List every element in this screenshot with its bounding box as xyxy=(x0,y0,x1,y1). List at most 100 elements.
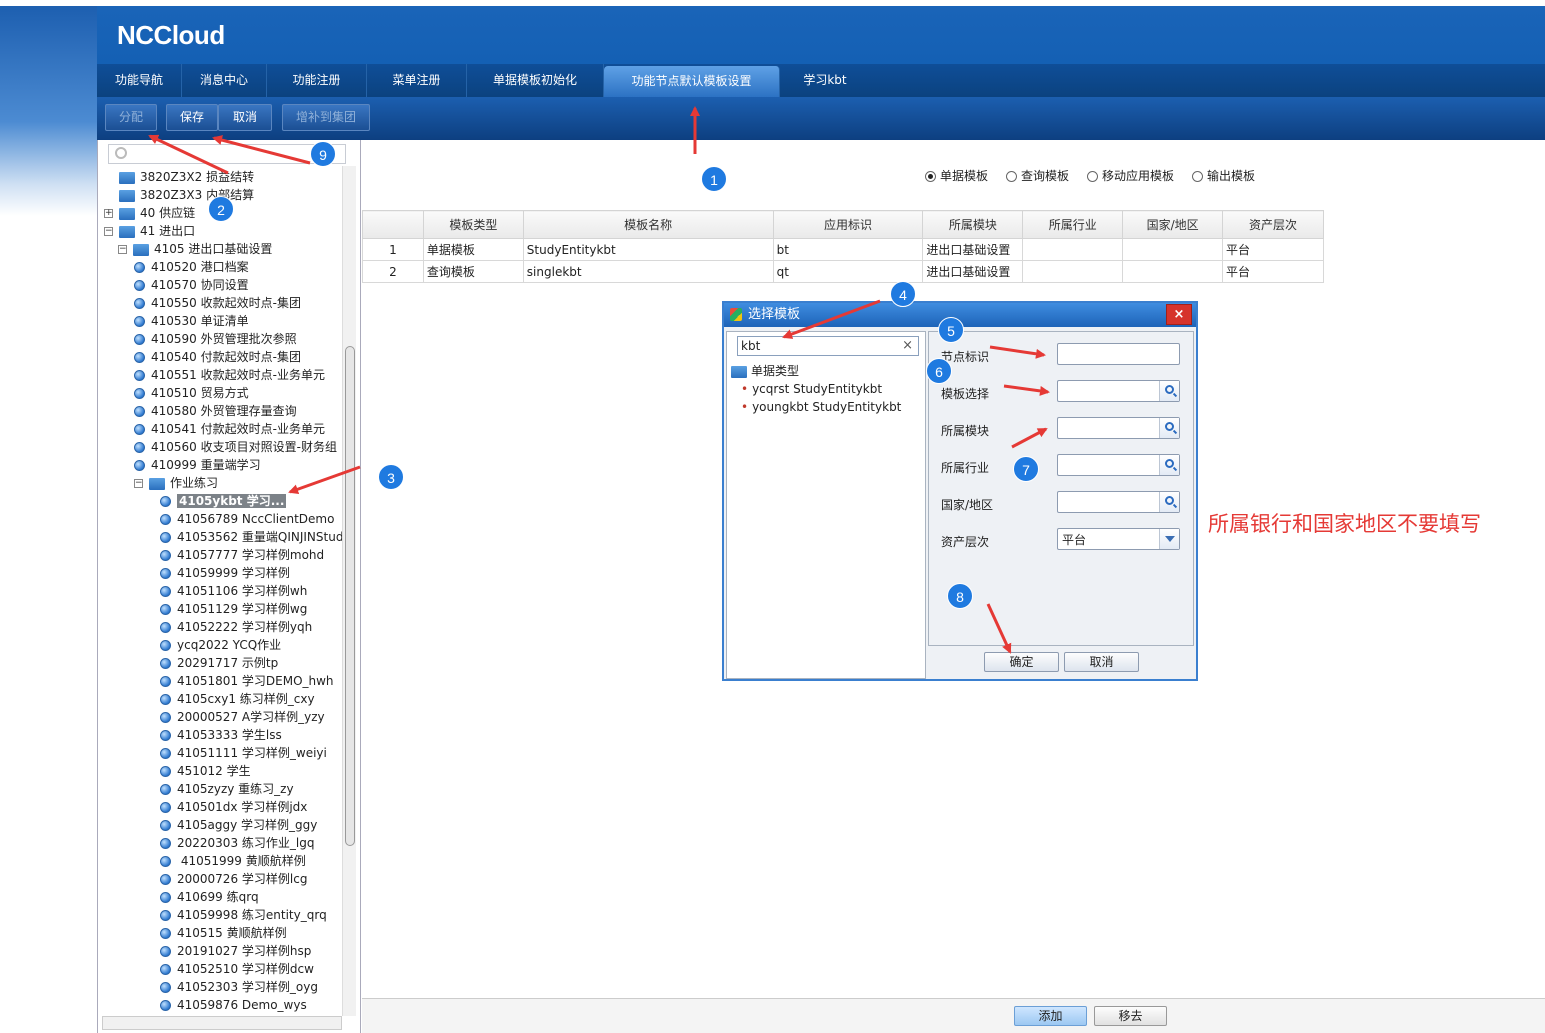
tree-vertical-scrollbar[interactable] xyxy=(342,166,356,1016)
dialog-cancel-button[interactable]: 取消 xyxy=(1064,652,1139,672)
collapse-icon[interactable]: − xyxy=(134,479,143,488)
grid-header-type[interactable]: 模板类型 xyxy=(422,210,524,239)
tab-study-kbt[interactable]: 学习kbt xyxy=(780,64,870,97)
search-icon[interactable] xyxy=(1159,492,1179,512)
tree-leaf-node[interactable]: 41059876 Demo_wys xyxy=(160,996,307,1014)
tree-leaf-node[interactable]: 41053562 重量端QINJINStud xyxy=(160,528,342,546)
grid-header-name[interactable]: 模板名称 xyxy=(522,210,774,239)
tree-leaf-node[interactable]: ycq2022 YCQ作业 xyxy=(160,636,281,654)
grid-header-country[interactable]: 国家/地区 xyxy=(1122,210,1224,239)
radio-mobile-template[interactable]: 移动应用模板 xyxy=(1087,167,1174,184)
tree-leaf-node[interactable]: 20000726 学习样例lcg xyxy=(160,870,307,888)
tree-leaf-node[interactable]: 41059999 学习样例 xyxy=(160,564,290,582)
radio-query-template[interactable]: 查询模板 xyxy=(1006,167,1069,184)
tab-menu-register[interactable]: 菜单注册 xyxy=(367,64,467,97)
table-row[interactable]: 1 单据模板 StudyEntitykbt bt 进出口基础设置 平台 xyxy=(362,238,1324,261)
tree-leaf-node[interactable]: 41052510 学习样例dcw xyxy=(160,960,314,978)
tree-folder-node[interactable]: − 4105 进出口基础设置 xyxy=(118,240,272,258)
remove-button[interactable]: 移去 xyxy=(1094,1006,1167,1026)
dialog-tree-root[interactable]: 单据类型 xyxy=(731,362,799,380)
save-button[interactable]: 保存 xyxy=(166,104,218,131)
collapse-icon[interactable]: − xyxy=(104,227,113,236)
tree-folder-node[interactable]: +40 供应链 xyxy=(104,204,195,222)
tab-default-template-settings[interactable]: 功能节点默认模板设置 xyxy=(604,66,780,97)
tree-leaf-node[interactable]: 4105aggy 学习样例_ggy xyxy=(160,816,317,834)
tree-leaf-node[interactable]: 410699 练qrq xyxy=(160,888,259,906)
tree-leaf-node[interactable]: 41053333 学生lss xyxy=(160,726,282,744)
ok-button[interactable]: 确定 xyxy=(984,652,1059,672)
tree-leaf-node[interactable]: 41051111 学习样例_weiyi xyxy=(160,744,327,762)
tree-leaf-node[interactable]: 41051129 学习样例wg xyxy=(160,600,307,618)
tree-leaf-node[interactable]: 410510 贸易方式 xyxy=(134,384,249,402)
tree-leaf-node[interactable]: 410541 付款起效时点-业务单元 xyxy=(134,420,325,438)
search-icon[interactable] xyxy=(1159,381,1179,401)
clear-icon[interactable]: × xyxy=(902,337,913,355)
asset-level-select[interactable]: 平台 xyxy=(1057,528,1180,550)
template-select-field[interactable] xyxy=(1057,380,1180,402)
dialog-search-input[interactable]: kbt × xyxy=(737,336,919,356)
tree-leaf-node[interactable]: 41059998 练习entity_qrq xyxy=(160,906,327,924)
tree-leaf-node[interactable]: 410570 协同设置 xyxy=(134,276,249,294)
assign-button[interactable]: 分配 xyxy=(105,104,157,131)
grid-header-industry[interactable]: 所属行业 xyxy=(1022,210,1124,239)
expand-icon[interactable]: + xyxy=(104,209,113,218)
dialog-tree-item[interactable]: • ycqrst StudyEntitykbt xyxy=(741,380,882,398)
industry-field[interactable] xyxy=(1057,454,1180,476)
tree-leaf-node[interactable]: 410530 单证清单 xyxy=(134,312,249,330)
tree-leaf-node[interactable]: 410540 付款起效时点-集团 xyxy=(134,348,301,366)
scroll-thumb[interactable] xyxy=(345,346,355,846)
tree-leaf-node[interactable]: 41051106 学习样例wh xyxy=(160,582,307,600)
tree-leaf-node[interactable]: 410550 收款起效时点-集团 xyxy=(134,294,301,312)
tree-leaf-node[interactable]: 20220303 练习作业_lgq xyxy=(160,834,314,852)
search-icon[interactable] xyxy=(1159,455,1179,475)
tree-horizontal-scrollbar[interactable] xyxy=(102,1016,342,1030)
tree-leaf-node[interactable]: 4105ykbt 学习... xyxy=(160,492,287,510)
tree-leaf-node[interactable]: 410999 重量端学习 xyxy=(134,456,261,474)
tree-leaf-node[interactable]: 41052222 学习样例yqh xyxy=(160,618,312,636)
tree-leaf-node[interactable]: 41057777 学习样例mohd xyxy=(160,546,324,564)
tree-folder-node[interactable]: 3820Z3X2 损益结转 xyxy=(104,168,254,186)
tree-leaf-node[interactable]: 20191027 学习样例hsp xyxy=(160,942,311,960)
folder-icon xyxy=(119,171,135,184)
tree-leaf-node[interactable]: 4105cxy1 练习样例_cxy xyxy=(160,690,315,708)
supplement-to-group-button[interactable]: 增补到集团 xyxy=(282,104,370,131)
tree-leaf-node[interactable]: 20000527 A学习样例_yzy xyxy=(160,708,325,726)
collapse-icon[interactable]: − xyxy=(118,245,127,254)
tab-message-center[interactable]: 消息中心 xyxy=(182,64,267,97)
tab-template-init[interactable]: 单据模板初始化 xyxy=(467,64,604,97)
node-id-field[interactable] xyxy=(1057,343,1180,365)
tree-leaf-node[interactable]: 4105zyzy 重练习_zy xyxy=(160,780,294,798)
grid-header-module[interactable]: 所属模块 xyxy=(922,210,1024,239)
country-field[interactable] xyxy=(1057,491,1180,513)
tree-leaf-node[interactable]: 41051801 学习DEMO_hwh xyxy=(160,672,334,690)
tree-leaf-node[interactable]: 20291717 示例tp xyxy=(160,654,278,672)
tree-leaf-node[interactable]: 41052303 学习样例_oyg xyxy=(160,978,318,996)
tree-leaf-node[interactable]: 410551 收款起效时点-业务单元 xyxy=(134,366,325,384)
tree-leaf-node[interactable]: 451012 学生 xyxy=(160,762,251,780)
tree-leaf-node[interactable]: 410580 外贸管理存量查询 xyxy=(134,402,297,420)
tree-leaf-node[interactable]: 410501dx 学习样例jdx xyxy=(160,798,307,816)
add-button[interactable]: 添加 xyxy=(1014,1006,1087,1026)
tree-leaf-node[interactable]: 410560 收支项目对照设置-财务组 xyxy=(134,438,337,456)
cancel-button[interactable]: 取消 xyxy=(218,104,272,131)
tab-function-nav[interactable]: 功能导航 xyxy=(97,64,182,97)
radio-bill-template[interactable]: 单据模板 xyxy=(925,167,988,184)
nccloud-logo: NCCloud xyxy=(117,20,225,50)
tree-leaf-node[interactable]: 410590 外贸管理批次参照 xyxy=(134,330,297,348)
module-field[interactable] xyxy=(1057,417,1180,439)
tree-leaf-node[interactable]: 410520 港口档案 xyxy=(134,258,249,276)
table-row[interactable]: 2 查询模板 singlekbt qt 进出口基础设置 平台 xyxy=(362,260,1324,283)
grid-header-asset[interactable]: 资产层次 xyxy=(1222,210,1324,239)
tab-function-register[interactable]: 功能注册 xyxy=(267,64,367,97)
radio-output-template[interactable]: 输出模板 xyxy=(1192,167,1255,184)
search-icon[interactable] xyxy=(1159,418,1179,438)
tree-folder-node[interactable]: − 作业练习 xyxy=(134,474,218,492)
chevron-down-icon[interactable] xyxy=(1159,529,1179,549)
tree-leaf-node[interactable]: 41051999 黄顺航样例 xyxy=(160,852,306,870)
tree-leaf-node[interactable]: 410515 黄顺航样例 xyxy=(160,924,287,942)
close-icon[interactable]: × xyxy=(1166,304,1192,325)
tree-folder-node[interactable]: − 41 进出口 xyxy=(104,222,195,240)
dialog-tree-item[interactable]: • youngkbt StudyEntitykbt xyxy=(741,398,901,416)
tree-leaf-node[interactable]: 41056789 NccClientDemo xyxy=(160,510,334,528)
grid-header-app-id[interactable]: 应用标识 xyxy=(772,210,924,239)
